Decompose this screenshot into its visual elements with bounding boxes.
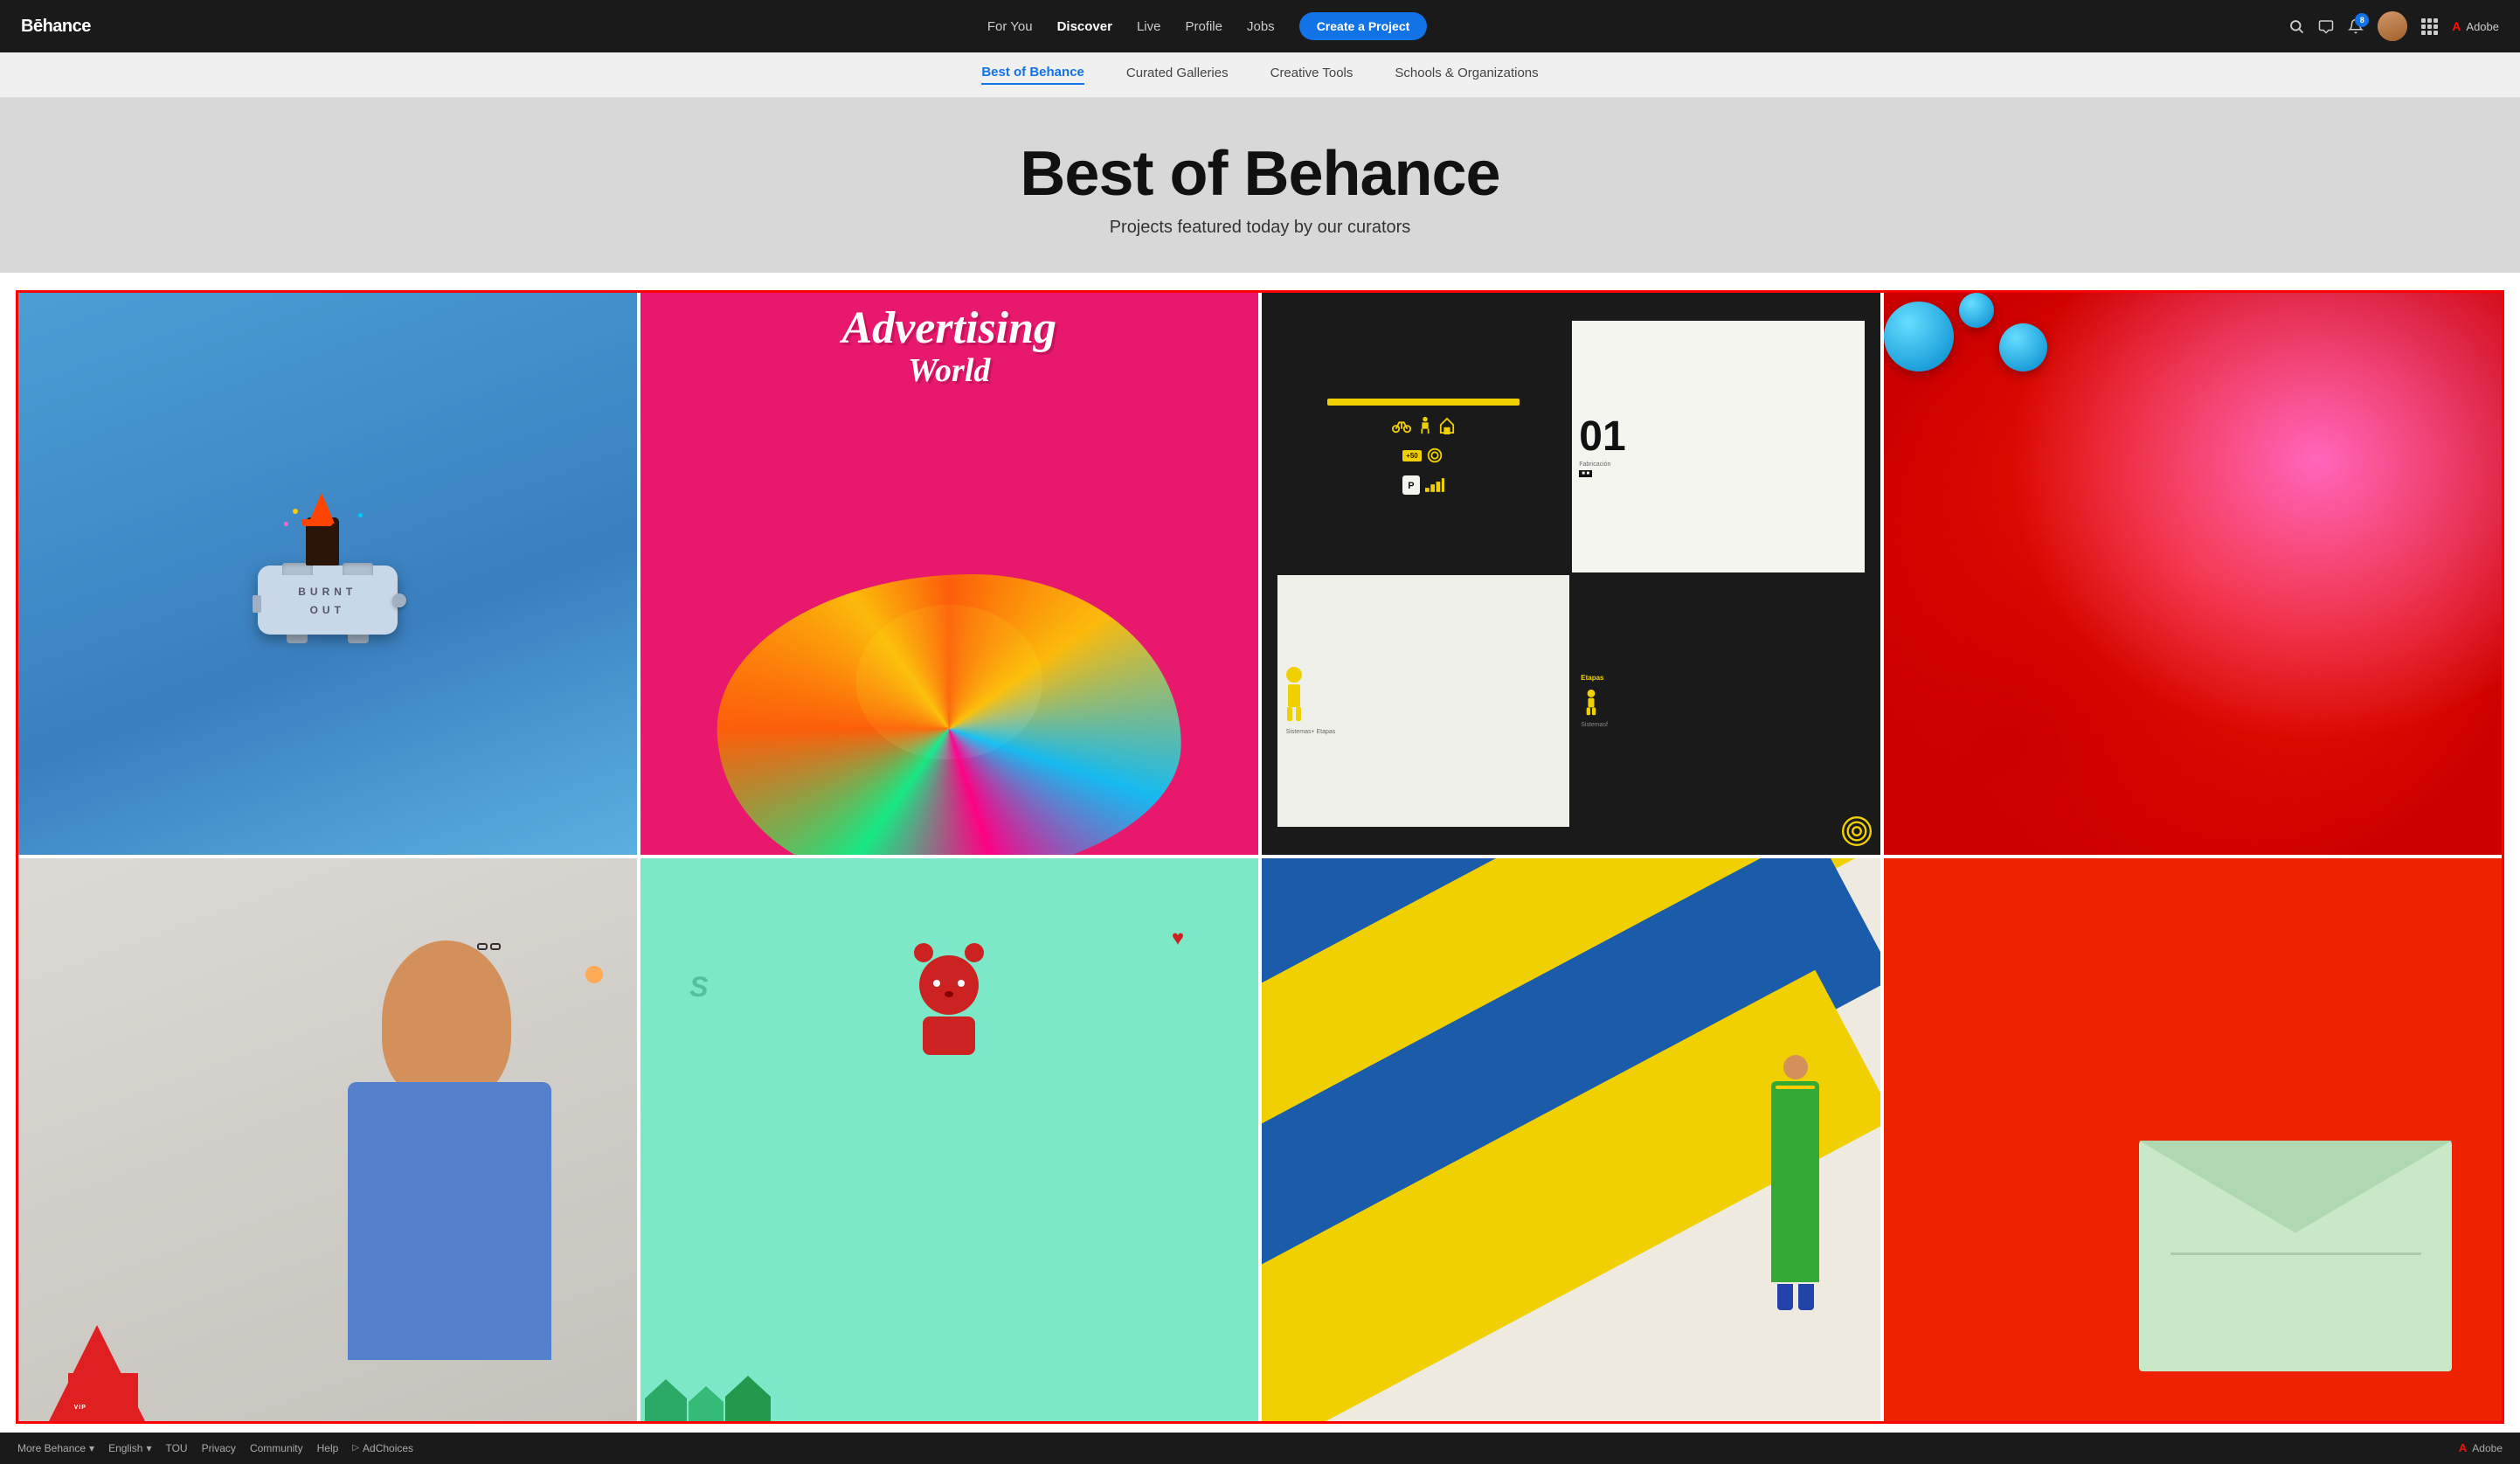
- more-behance-arrow: ▾: [89, 1442, 94, 1454]
- language-arrow: ▾: [146, 1442, 151, 1454]
- sistemas-label: Sistemas+ Etapas: [1286, 728, 1336, 736]
- blue-circle-large: [1884, 302, 1954, 371]
- adv-title: Advertising: [841, 306, 1056, 351]
- gallery-item-design-system[interactable]: +50 P: [1262, 293, 1880, 855]
- blue-circle-small-top: [1959, 293, 1994, 328]
- hero-section: Best of Behance Projects featured today …: [0, 98, 2520, 273]
- gallery-item-envelope[interactable]: [1884, 858, 2503, 1420]
- messages-button[interactable]: [2318, 18, 2334, 34]
- footer: More Behance ▾ English ▾ TOU Privacy Com…: [0, 1433, 2520, 1464]
- adobe-label: Adobe: [2466, 20, 2499, 33]
- adv-world: World: [841, 351, 1056, 390]
- adchoices[interactable]: ▷ AdChoices: [352, 1442, 413, 1454]
- site-logo[interactable]: Bēhance: [21, 17, 91, 37]
- nav-discover[interactable]: Discover: [1057, 19, 1112, 34]
- gallery-grid: BURNTOUT: [18, 293, 2502, 1420]
- footer-community[interactable]: Community: [250, 1442, 303, 1454]
- footer-left: More Behance ▾ English ▾ TOU Privacy Com…: [17, 1442, 413, 1454]
- main-nav: For You Discover Live Profile Jobs Creat…: [126, 12, 2288, 40]
- nav-for-you[interactable]: For You: [987, 19, 1033, 34]
- gallery-item-toaster[interactable]: BURNTOUT: [18, 293, 637, 855]
- gallery-item-bear[interactable]: ♥ S: [640, 858, 1259, 1420]
- gallery-container: BURNTOUT: [16, 290, 2504, 1423]
- adobe-logo[interactable]: A Adobe: [2452, 19, 2499, 33]
- hero-title: Best of Behance: [17, 140, 2503, 209]
- vip-text: VIP: [74, 1405, 87, 1411]
- toaster-text: BURNTOUT: [272, 583, 384, 619]
- footer-right: A Adobe: [2459, 1441, 2503, 1454]
- nav-live[interactable]: Live: [1137, 19, 1161, 34]
- subnav-best-of-behance[interactable]: Best of Behance: [981, 65, 1084, 85]
- navbar: Bēhance For You Discover Live Profile Jo…: [0, 0, 2520, 52]
- gallery-item-circles[interactable]: [1884, 293, 2503, 855]
- heart-icon: ♥: [1172, 926, 1184, 951]
- language-label: English: [108, 1442, 142, 1454]
- hero-subtitle: Projects featured today by our curators: [17, 218, 2503, 238]
- more-behance-label: More Behance: [17, 1442, 86, 1454]
- footer-help[interactable]: Help: [317, 1442, 339, 1454]
- subnav-creative-tools[interactable]: Creative Tools: [1270, 66, 1353, 84]
- user-avatar[interactable]: [2378, 11, 2407, 41]
- subnav-schools-organizations[interactable]: Schools & Organizations: [1395, 66, 1538, 84]
- sub-navigation: Best of Behance Curated Galleries Creati…: [0, 52, 2520, 98]
- etapas-sub: Sistemasf: [1581, 722, 1608, 728]
- navbar-actions: 8 A Adobe: [2288, 11, 2499, 41]
- footer-adobe-label: Adobe: [2472, 1442, 2503, 1454]
- etapas-label: Etapas: [1581, 674, 1603, 682]
- create-project-button[interactable]: Create a Project: [1299, 12, 1428, 40]
- notifications-button[interactable]: 8: [2348, 18, 2364, 34]
- design-num: 01: [1579, 416, 1625, 458]
- apps-grid-icon[interactable]: [2421, 18, 2438, 35]
- language-dropdown[interactable]: English ▾: [108, 1442, 151, 1454]
- subnav-curated-galleries[interactable]: Curated Galleries: [1126, 66, 1229, 84]
- gallery-item-vip[interactable]: VIP: [18, 858, 637, 1420]
- footer-tou[interactable]: TOU: [165, 1442, 187, 1454]
- more-behance-dropdown[interactable]: More Behance ▾: [17, 1442, 94, 1454]
- search-button[interactable]: [2288, 18, 2304, 34]
- footer-privacy[interactable]: Privacy: [202, 1442, 236, 1454]
- footer-adobe-logo[interactable]: A Adobe: [2459, 1441, 2503, 1454]
- blue-circle-medium: [1999, 323, 2047, 371]
- avatar-image: [2378, 11, 2407, 41]
- gallery-item-advertising[interactable]: Advertising World: [640, 293, 1259, 855]
- notification-count: 8: [2355, 13, 2369, 27]
- gallery-item-stripes[interactable]: [1262, 858, 1880, 1420]
- nav-jobs[interactable]: Jobs: [1247, 19, 1275, 34]
- adchoices-label: AdChoices: [363, 1442, 413, 1454]
- design-small-text: Fabricación■ ■: [1579, 461, 1610, 478]
- nav-profile[interactable]: Profile: [1185, 19, 1222, 34]
